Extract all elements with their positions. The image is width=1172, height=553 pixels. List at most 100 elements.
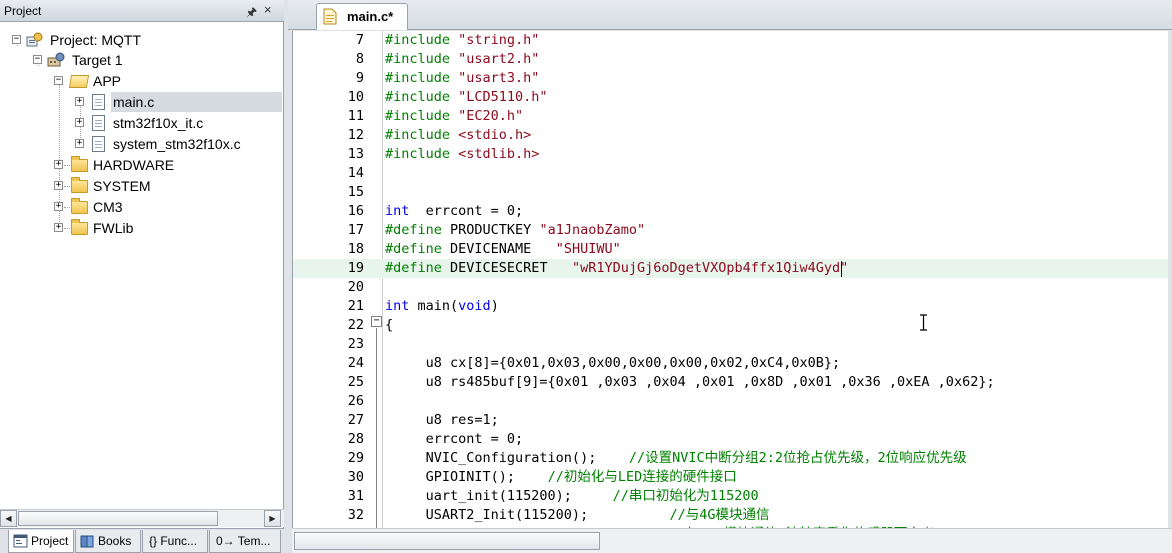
tab-templates[interactable]: 0→ Tem... (209, 530, 281, 553)
line-number: 15 (347, 184, 364, 200)
tab-main-c[interactable]: main.c* (316, 3, 408, 30)
code-line[interactable]: 23 (293, 335, 1172, 354)
tab-project[interactable]: Project (8, 530, 74, 553)
tree-item-file-stm32f10x-it-c[interactable]: + stm32f10x_it.c (0, 113, 282, 133)
code-line[interactable]: 31 uart_init(115200); //串口初始化为115200 (293, 487, 1172, 506)
code-line[interactable]: 18 #define DEVICENAME "SHUIWU" (293, 240, 1172, 259)
code-token: "wR1YDujGj6oDgetVXOpb4ffx1Qiw4Gyd" (571, 260, 849, 276)
target-icon (47, 52, 65, 67)
ibeam-cursor-icon (920, 314, 927, 331)
code-text: #include "string.h" (385, 31, 539, 50)
tree-item-label: Target 1 (72, 52, 123, 68)
code-line[interactable]: 29 NVIC_Configuration(); //设置NVIC中断分组2:2… (293, 449, 1172, 468)
code-line[interactable]: 22 { (293, 316, 1172, 335)
code-text: USART2_Init(115200); //与4G模块通信 (385, 506, 770, 525)
books-icon (80, 535, 94, 548)
tree-item-file-system-stm32f10x-c[interactable]: + system_stm32f10x.c (0, 134, 282, 154)
code-line[interactable]: 15 (293, 183, 1172, 202)
scroll-left-icon[interactable]: ◀ (0, 510, 17, 527)
code-line[interactable]: 26 (293, 392, 1172, 411)
project-horizontal-scrollbar[interactable]: ◀ ▶ (0, 509, 284, 527)
code-token: #include (385, 127, 459, 143)
line-number: 21 (347, 298, 364, 314)
tab-books[interactable]: Books (75, 530, 141, 553)
expand-icon[interactable]: + (75, 97, 84, 106)
close-icon[interactable]: × (264, 2, 272, 17)
scrollbar-thumb[interactable] (18, 511, 218, 526)
text-caret (841, 261, 842, 277)
code-line[interactable]: 28 errcont = 0; (293, 430, 1172, 449)
folder-icon (71, 219, 88, 235)
code-text: uart_init(115200); //串口初始化为115200 (385, 487, 759, 506)
editor-right-border (1168, 31, 1172, 528)
code-line[interactable]: 24 u8 cx[8]={0x01,0x03,0x00,0x00,0x00,0x… (293, 354, 1172, 373)
code-text: #define PRODUCTKEY "a1JnaobZamo" (385, 221, 645, 240)
project-panel: Project 🖈︎ × − Project: MQTT − Target 1 … (0, 0, 284, 553)
scroll-right-icon[interactable]: ▶ (264, 510, 281, 527)
code-token: int (385, 298, 410, 314)
expand-icon[interactable]: + (75, 118, 84, 127)
code-line[interactable]: 21 int main(void) (293, 297, 1172, 316)
expand-icon[interactable]: + (54, 160, 63, 169)
code-token: //初始化与LED连接的硬件接口 (547, 469, 737, 485)
tree-item-label: system_stm32f10x.c (113, 136, 241, 152)
line-number: 9 (355, 70, 364, 86)
tree-item-label: APP (93, 73, 122, 89)
code-token: "string.h" (458, 32, 540, 48)
collapse-icon[interactable]: − (12, 35, 21, 44)
tree-item-folder-fwlib[interactable]: + FWLib (0, 218, 282, 238)
code-token: "usart3.h" (458, 70, 540, 86)
line-number: 30 (347, 469, 364, 485)
line-number: 20 (347, 279, 364, 295)
code-line[interactable]: 9 #include "usart3.h" (293, 69, 1172, 88)
tree-item-project[interactable]: − Project: MQTT (0, 30, 282, 50)
code-token: #include (385, 146, 459, 162)
expand-icon[interactable]: + (54, 202, 63, 211)
tree-item-file-main-c[interactable]: + main.c (0, 92, 282, 112)
code-text: u8 cx[8]={0x01,0x03,0x00,0x00,0x00,0x02,… (385, 354, 841, 373)
line-number: 31 (347, 488, 364, 504)
project-panel-tabs: Project Books {} Func... 0→ Tem... (0, 528, 284, 553)
code-token: USART2_Init(115200); (385, 507, 670, 523)
tree-item-folder-app[interactable]: − APP (0, 71, 282, 91)
code-token: "LCD5110.h" (458, 89, 548, 105)
collapse-icon[interactable]: − (33, 55, 42, 64)
code-editor[interactable]: − 7 #include "string.h" 8 #include "usart2.… (292, 31, 1172, 528)
editor-horizontal-scrollbar[interactable] (292, 528, 1172, 553)
tree-item-target[interactable]: − Target 1 (0, 50, 282, 70)
code-line[interactable]: 27 u8 res=1; (293, 411, 1172, 430)
editor-tab-strip: main.c* (288, 0, 1172, 30)
code-line[interactable]: 16 int errcont = 0; (293, 202, 1172, 221)
scrollbar-thumb[interactable] (294, 532, 600, 550)
code-line[interactable]: 14 (293, 164, 1172, 183)
folder-icon (71, 177, 88, 193)
line-number: 13 (347, 146, 364, 162)
tree-item-folder-hardware[interactable]: + HARDWARE (0, 155, 282, 175)
code-line[interactable]: 8 #include "usart2.h" (293, 50, 1172, 69)
code-line[interactable]: 7 #include "string.h" (293, 31, 1172, 50)
code-line[interactable]: 12 #include <stdio.h> (293, 126, 1172, 145)
line-number: 17 (347, 222, 364, 238)
line-number: 18 (347, 241, 364, 257)
expand-icon[interactable]: + (54, 223, 63, 232)
folder-icon (71, 156, 88, 172)
code-token: <stdio.h> (458, 127, 532, 143)
code-token: #define (385, 260, 442, 276)
pin-icon[interactable]: 🖈︎ (246, 3, 257, 24)
tree-item-folder-system[interactable]: + SYSTEM (0, 176, 282, 196)
tree-item-folder-cm3[interactable]: + CM3 (0, 197, 282, 217)
code-line[interactable]: 32 USART2_Init(115200); //与4G模块通信 (293, 506, 1172, 525)
code-line[interactable]: 17 #define PRODUCTKEY "a1JnaobZamo" (293, 221, 1172, 240)
code-line[interactable]: 11 #include "EC20.h" (293, 107, 1172, 126)
code-line[interactable]: 25 u8 rs485buf[9]={0x01 ,0x03 ,0x04 ,0x0… (293, 373, 1172, 392)
code-text: #include "LCD5110.h" (385, 88, 548, 107)
code-line[interactable]: 19 #define DEVICESECRET "wR1YDujGj6oDgetV… (293, 259, 1172, 278)
expand-icon[interactable]: + (75, 139, 84, 148)
tab-functions[interactable]: {} Func... (142, 530, 208, 553)
code-line[interactable]: 13 #include <stdlib.h> (293, 145, 1172, 164)
code-line[interactable]: 10 #include "LCD5110.h" (293, 88, 1172, 107)
expand-icon[interactable]: + (54, 181, 63, 190)
code-line[interactable]: 20 (293, 278, 1172, 297)
collapse-icon[interactable]: − (54, 76, 63, 85)
code-line[interactable]: 30 GPIOINIT(); //初始化与LED连接的硬件接口 (293, 468, 1172, 487)
